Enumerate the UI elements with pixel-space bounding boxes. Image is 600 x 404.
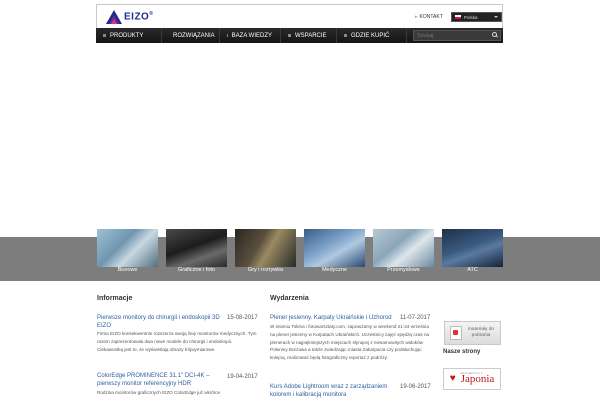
nav-label: ROZWIĄZANIA: [173, 32, 215, 39]
category-label: Graficzne i foto: [178, 267, 215, 273]
news-item-date: 19-04-2017: [227, 374, 258, 380]
category-label: ATC: [467, 267, 478, 273]
category-image: [166, 229, 227, 267]
category-tiles: Biurowe Graficzne i foto Gry i rozrywka …: [97, 229, 503, 275]
eizo-logo-icon: [106, 9, 122, 24]
nav-label: BAZA WIEDZY: [231, 32, 272, 39]
nav-marker-icon: [227, 34, 228, 37]
nav-marker-icon: [344, 34, 347, 37]
nav-label: PRODUKTY: [110, 32, 144, 39]
category-image: [97, 229, 158, 267]
nav-item-baza-wiedzy[interactable]: BAZA WIEDZY: [220, 28, 281, 43]
event-item-date: 19-06-2017: [400, 384, 431, 390]
pdf-icon: [450, 326, 462, 340]
nav-item-gdzie-kupic[interactable]: GDZIE KUPIĆ: [337, 28, 407, 43]
top-header: EIZO® ▸ KONTAKT Polska: [96, 4, 503, 28]
japonia-banner[interactable]: zaprzyjaźniony z ♥ Japonia: [443, 368, 501, 390]
category-image: [304, 229, 365, 267]
language-label: Polska: [464, 14, 478, 20]
partner-sites-heading: Nasze strony: [443, 349, 481, 355]
category-tile-biurowe[interactable]: Biurowe: [97, 229, 158, 275]
heart-icon: ♥: [449, 373, 456, 384]
category-tile-przemyslowe[interactable]: Przemysłowe: [373, 229, 434, 275]
arrow-right-icon: ▸: [415, 14, 418, 20]
category-image: [373, 229, 434, 267]
category-tile-atc[interactable]: ATC: [442, 229, 503, 275]
news-item-text: Firma EIZO konsekwentnie rozszerza swoją…: [97, 331, 257, 352]
category-tile-medyczne[interactable]: Medyczne: [304, 229, 365, 275]
category-label: Gry i rozrywka: [247, 267, 284, 273]
nav-label: WSPARCIE: [295, 32, 327, 39]
main-nav: PRODUKTY ROZWIĄZANIA BAZA WIEDZY WSPARCI…: [96, 28, 503, 43]
category-tile-gry[interactable]: Gry i rozrywka: [235, 229, 296, 275]
nav-marker-icon: [103, 34, 106, 37]
events-heading: Wydarzenia: [270, 295, 309, 302]
event-item-text: W imieniu Tokina i fotowarsztaty.com, za…: [270, 324, 430, 361]
language-select[interactable]: Polska: [451, 12, 502, 22]
poland-flag-icon: [455, 15, 461, 19]
nav-item-produkty[interactable]: PRODUKTY: [96, 28, 162, 43]
nav-marker-icon: [288, 34, 291, 37]
nav-item-wsparcie[interactable]: WSPARCIE: [281, 28, 337, 43]
category-label: Biurowe: [117, 267, 138, 273]
contact-label: KONTAKT: [419, 14, 443, 20]
event-item-title[interactable]: Plener jesienny. Karpaty Ukraińskie i Uz…: [270, 315, 398, 323]
logo-text: EIZO®: [124, 10, 154, 23]
chevron-down-icon: [494, 16, 498, 18]
category-label: Medyczne: [321, 267, 348, 273]
search-input[interactable]: [414, 32, 491, 39]
news-heading: Informacje: [97, 295, 133, 302]
search-icon[interactable]: [491, 31, 500, 40]
partner-small-label: zaprzyjaźniony z: [460, 371, 483, 375]
category-image: [235, 229, 296, 267]
news-item-title[interactable]: Pierwsze monitory do chirurgii i endosko…: [97, 315, 225, 330]
news-item-title[interactable]: ColorEdge PROMINENCE 31.1" DCI-4K – pier…: [97, 373, 225, 388]
download-materials-button[interactable]: materiały do pobrania: [444, 321, 501, 345]
news-item-date: 15-08-2017: [227, 315, 258, 321]
materials-label: materiały do pobrania: [467, 327, 495, 338]
search-box: [413, 30, 501, 41]
category-image: [442, 229, 503, 267]
event-item-date: 11-07-2017: [400, 315, 431, 321]
category-tile-graficzne[interactable]: Graficzne i foto: [166, 229, 227, 275]
contact-link[interactable]: ▸ KONTAKT: [415, 14, 443, 20]
news-item-text: Rodzina monitorów graficznych EIZO Color…: [97, 390, 221, 395]
eizo-logo[interactable]: EIZO®: [106, 8, 154, 25]
nav-label: GDZIE KUPIĆ: [351, 32, 390, 39]
nav-item-rozwiazania[interactable]: ROZWIĄZANIA: [162, 28, 220, 43]
category-label: Przemysłowe: [387, 267, 420, 273]
event-item-title[interactable]: Kurs Adobe Lightroom wraz z zarządzaniem…: [270, 384, 398, 399]
